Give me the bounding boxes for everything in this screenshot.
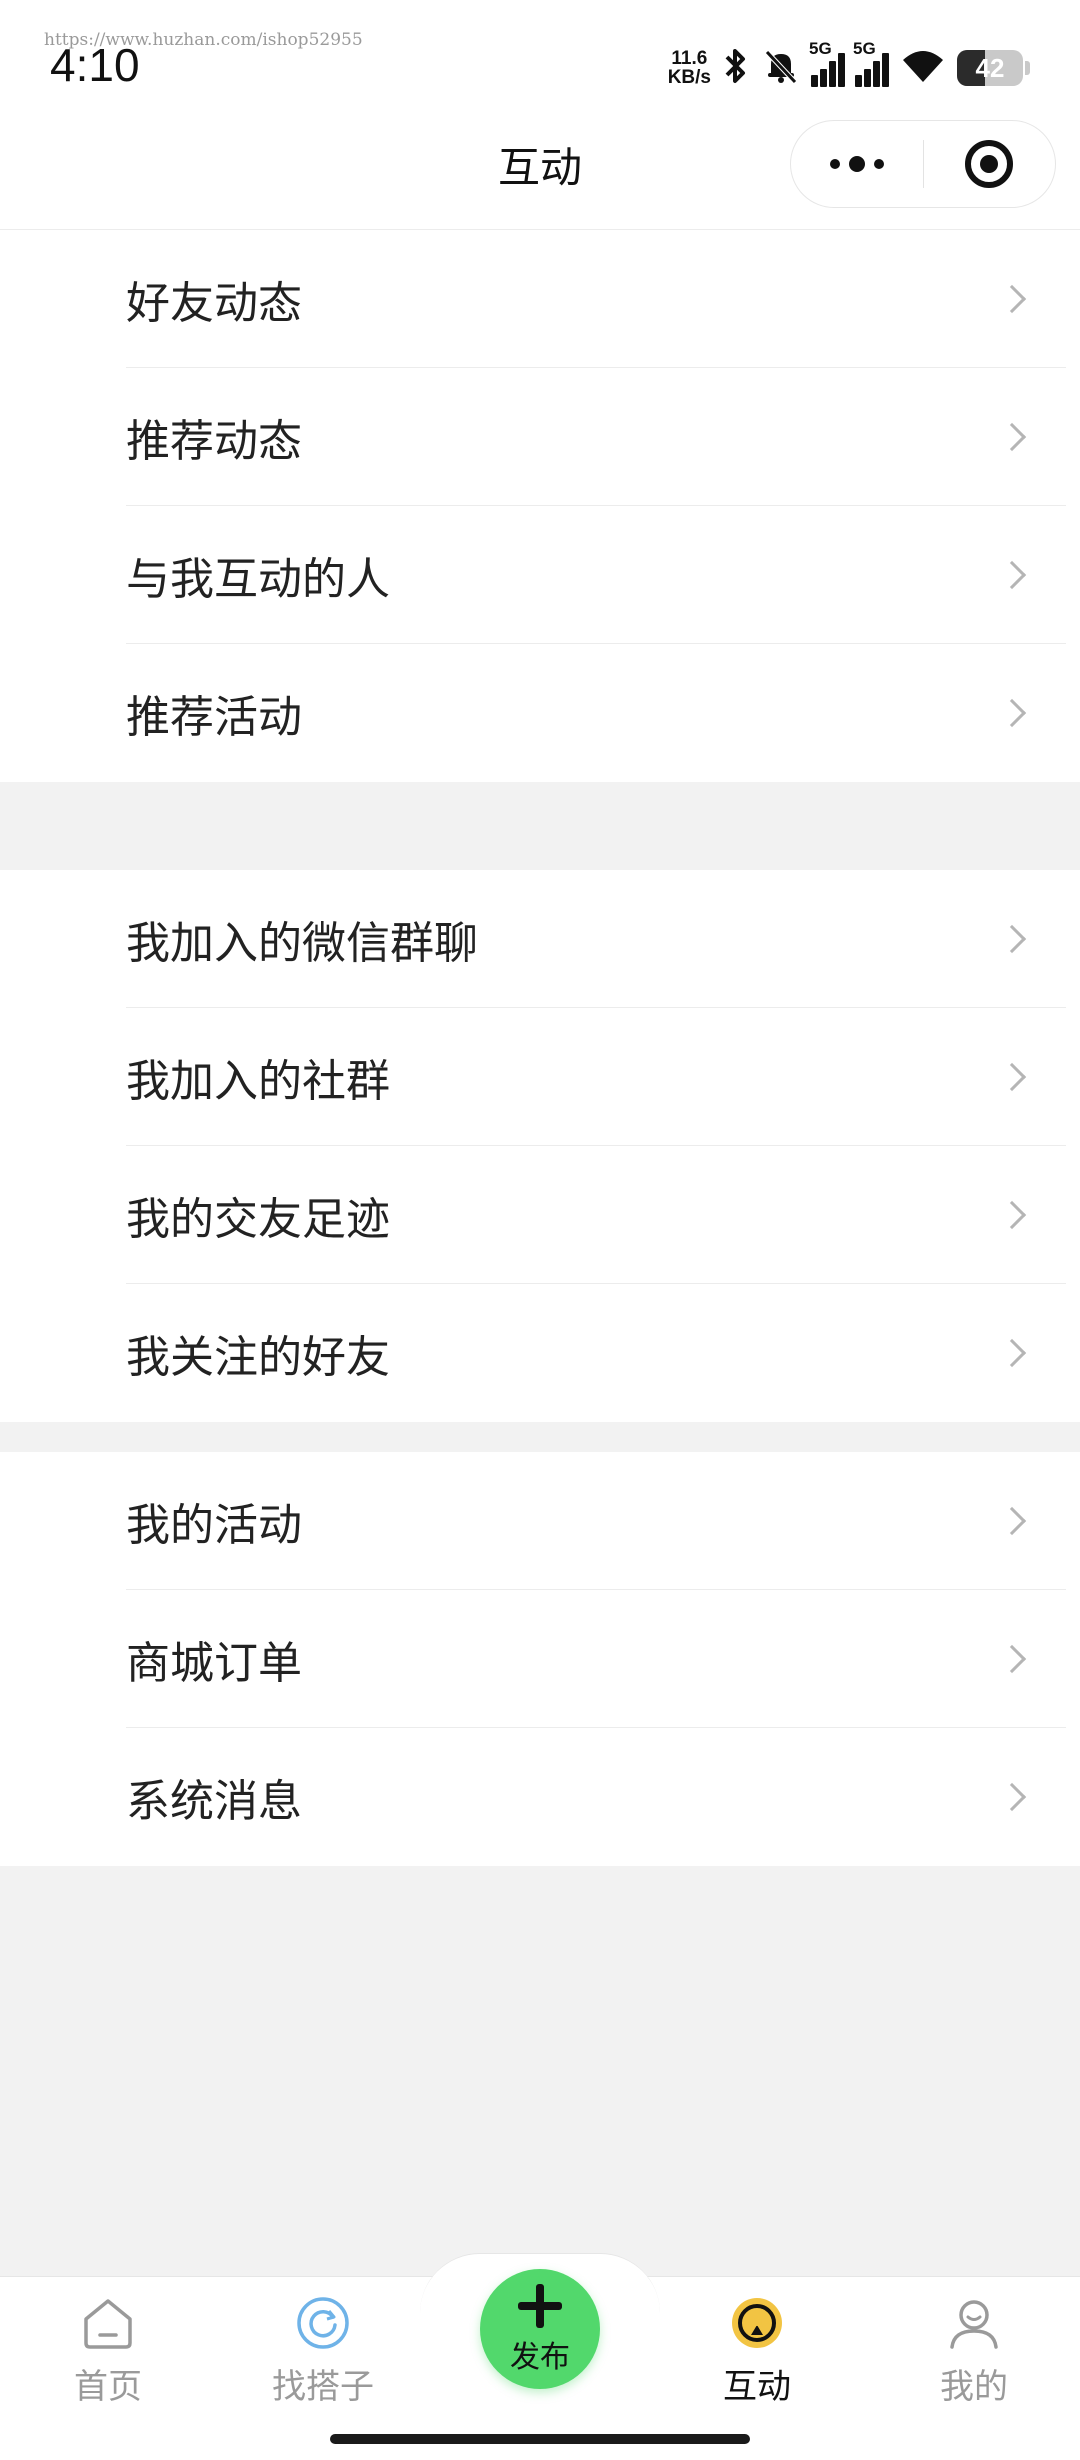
menu-item-friend-feed[interactable]: 好友动态	[0, 230, 1080, 368]
menu-item-label: 我关注的好友	[126, 1332, 390, 1383]
publish-label: 发布	[510, 2340, 570, 2375]
chat-bubble-icon	[727, 2293, 787, 2353]
chevron-right-icon	[997, 1200, 1027, 1230]
nav-bar: 互动	[0, 120, 1080, 230]
menu-item-system-messages[interactable]: 系统消息	[0, 1728, 1080, 1866]
target-icon	[965, 140, 1014, 188]
menu-item-label: 我的交友足迹	[126, 1194, 390, 1245]
chevron-right-icon	[997, 924, 1027, 954]
menu-item-joined-communities[interactable]: 我加入的社群	[0, 1008, 1080, 1146]
tab-find-partner[interactable]: 找搭子	[248, 2293, 398, 2413]
home-indicator[interactable]	[330, 2434, 750, 2444]
tab-label: 首页	[74, 2367, 142, 2407]
user-icon	[944, 2293, 1004, 2353]
signal-2-label: 5G	[853, 39, 876, 58]
menu-item-dating-footprints[interactable]: 我的交友足迹	[0, 1146, 1080, 1284]
chevron-right-icon	[997, 1062, 1027, 1092]
home-icon	[78, 2293, 138, 2353]
close-mini-program-button[interactable]	[924, 121, 1056, 207]
more-dots-icon	[829, 156, 884, 172]
chevron-right-icon	[997, 1338, 1027, 1368]
chevron-right-icon	[997, 698, 1027, 728]
chevron-right-icon	[997, 1782, 1027, 1812]
status-bar: https://www.huzhan.com/ishop52955 4:10 1…	[0, 0, 1080, 120]
chevron-right-icon	[997, 560, 1027, 590]
menu-item-label: 商城订单	[126, 1638, 302, 1689]
menu-item-followed-friends[interactable]: 我关注的好友	[0, 1284, 1080, 1422]
network-speed-value: 11.6	[671, 48, 708, 69]
tab-interact[interactable]: 互动	[682, 2293, 832, 2413]
menu-item-label: 好友动态	[126, 278, 302, 329]
refresh-circle-icon	[293, 2293, 353, 2353]
menu-item-label: 推荐活动	[126, 692, 302, 743]
menu-item-shop-orders[interactable]: 商城订单	[0, 1590, 1080, 1728]
battery-icon: 42	[957, 50, 1023, 86]
mute-bell-icon	[761, 46, 801, 90]
publish-button[interactable]: 发布	[480, 2269, 600, 2389]
menu-group-3: 我的活动 商城订单 系统消息	[0, 1452, 1080, 1866]
menu-group-1: 好友动态 推荐动态 与我互动的人 推荐活动	[0, 230, 1080, 782]
bluetooth-icon	[721, 46, 751, 90]
mini-program-capsule	[790, 120, 1056, 208]
menu-item-label: 推荐动态	[126, 416, 302, 467]
menu-item-interacted-people[interactable]: 与我互动的人	[0, 506, 1080, 644]
menu-item-recommended-feed[interactable]: 推荐动态	[0, 368, 1080, 506]
chevron-right-icon	[997, 1644, 1027, 1674]
signal-1-label: 5G	[809, 39, 832, 58]
menu-item-label: 我加入的社群	[126, 1056, 390, 1107]
network-speed: 11.6 KB/s	[668, 49, 711, 87]
chevron-right-icon	[997, 422, 1027, 452]
tab-label: 找搭子	[272, 2367, 374, 2407]
tab-home[interactable]: 首页	[33, 2293, 183, 2413]
menu-item-label: 与我互动的人	[126, 554, 390, 605]
menu-item-recommended-activities[interactable]: 推荐活动	[0, 644, 1080, 782]
plus-icon	[516, 2282, 564, 2330]
cellular-signal-2-icon: 5G	[853, 39, 889, 87]
network-speed-unit: KB/s	[667, 67, 711, 88]
tab-label: 我的	[940, 2367, 1008, 2407]
menu-item-label: 系统消息	[126, 1776, 302, 1827]
wifi-icon	[899, 46, 947, 90]
menu-group-2: 我加入的微信群聊 我加入的社群 我的交友足迹 我关注的好友	[0, 870, 1080, 1422]
more-menu-button[interactable]	[791, 121, 923, 207]
battery-tip	[1025, 61, 1030, 75]
status-time: 4:10	[50, 39, 140, 91]
cellular-signal-1-icon: 5G	[809, 39, 845, 87]
menu-item-my-activities[interactable]: 我的活动	[0, 1452, 1080, 1590]
menu-item-label: 我的活动	[126, 1500, 302, 1551]
interaction-page: https://www.huzhan.com/ishop52955 4:10 1…	[0, 0, 1080, 2460]
bottom-tab-bar: 首页 找搭子 发布 互动 我的	[0, 2253, 1080, 2460]
status-icons: 11.6 KB/s 5G 5G 42	[668, 39, 1030, 94]
tab-mine[interactable]: 我的	[899, 2293, 1049, 2413]
menu-item-label: 我加入的微信群聊	[126, 918, 478, 969]
chevron-right-icon	[997, 1506, 1027, 1536]
menu-item-wechat-groups[interactable]: 我加入的微信群聊	[0, 870, 1080, 1008]
battery-level: 42	[975, 52, 1005, 83]
chevron-right-icon	[997, 284, 1027, 314]
tab-label: 互动	[723, 2367, 791, 2407]
